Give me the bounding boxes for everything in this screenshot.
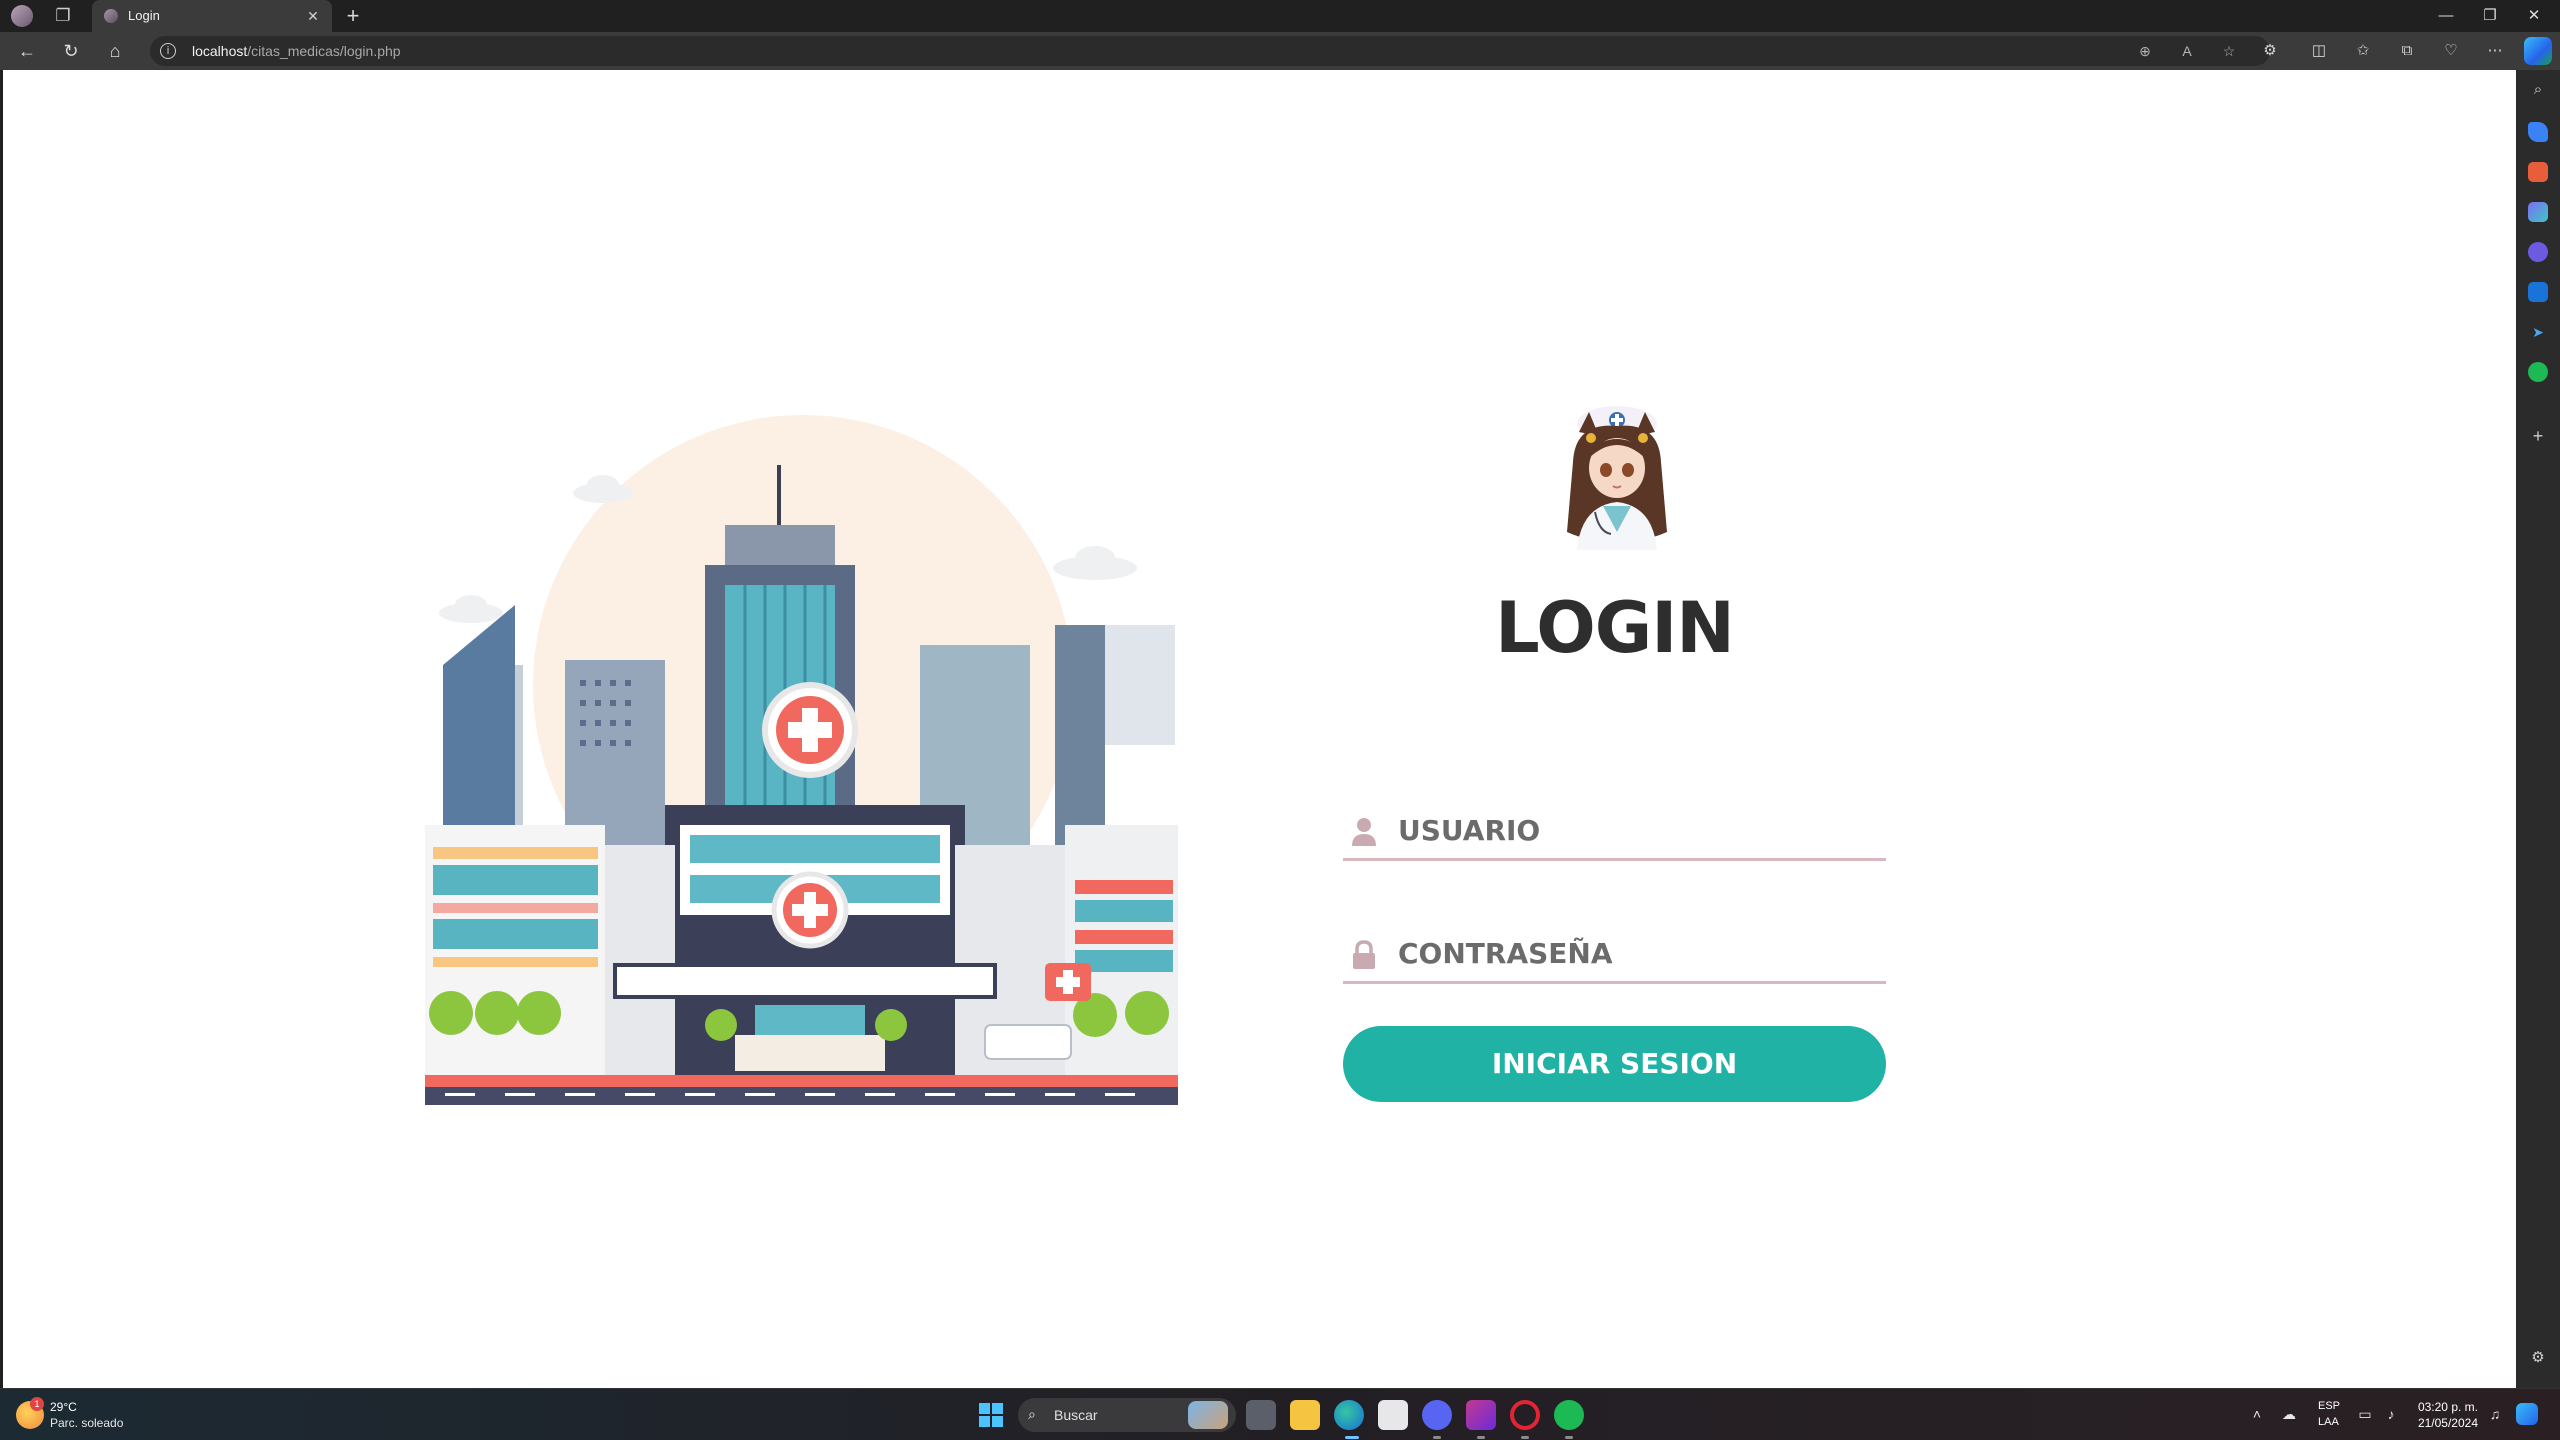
file-explorer-icon[interactable] — [1290, 1400, 1320, 1430]
weather-temperature[interactable]: 29°C — [50, 1400, 77, 1414]
network-icon[interactable]: ▭ — [2354, 1403, 2376, 1425]
extensions-icon[interactable]: ⚙ — [2256, 38, 2284, 64]
input-language[interactable]: ESP — [2318, 1400, 2340, 1412]
sidebar-outlook-icon[interactable] — [2528, 282, 2548, 302]
back-arrow-icon[interactable]: ← — [12, 37, 42, 65]
taskbar-search-placeholder: Buscar — [1054, 1407, 1098, 1423]
lock-icon — [1353, 940, 1375, 969]
microsoft-store-icon[interactable] — [1378, 1400, 1408, 1430]
search-highlight-image — [1188, 1401, 1228, 1429]
hospital-illustration — [425, 415, 1178, 1105]
keyboard-layout[interactable]: LAA — [2318, 1416, 2339, 1428]
start-windows-icon[interactable] — [979, 1403, 1003, 1427]
password-input[interactable] — [1398, 928, 1868, 978]
login-submit-button[interactable]: INICIAR SESION — [1343, 1026, 1886, 1102]
read-aloud-icon[interactable]: A — [2176, 41, 2198, 61]
weather-badge: 1 — [30, 1397, 44, 1411]
browser-essentials-icon[interactable]: ♡ — [2437, 38, 2465, 64]
url-path: /citas_medicas/login.php — [247, 43, 401, 59]
site-info-icon[interactable]: i — [160, 43, 176, 59]
close-window-button[interactable]: ✕ — [2512, 2, 2556, 30]
tab-login[interactable]: Login ✕ — [92, 0, 332, 32]
tab-favicon-icon — [104, 9, 118, 23]
sidebar-copilot-icon[interactable] — [2528, 242, 2548, 262]
edge-browser-icon[interactable] — [1334, 1400, 1364, 1430]
tab-title: Login — [128, 8, 160, 23]
refresh-icon[interactable]: ↻ — [56, 37, 86, 65]
zoom-icon[interactable]: ⊕ — [2134, 41, 2156, 61]
volume-icon[interactable]: ♪ — [2380, 1403, 2402, 1425]
favorite-star-icon[interactable]: ☆ — [2218, 41, 2240, 61]
nurse-avatar — [1567, 406, 1667, 550]
collections-icon[interactable]: ⧉ — [2393, 38, 2421, 64]
clock-time[interactable]: 03:20 p. m. — [2412, 1400, 2478, 1414]
url-host: localhost — [192, 43, 248, 59]
username-field — [1343, 797, 1886, 861]
split-screen-icon[interactable]: ◫ — [2305, 38, 2333, 64]
edge-active-indicator — [1345, 1436, 1359, 1439]
clock-date[interactable]: 21/05/2024 — [2412, 1416, 2478, 1430]
address-bar[interactable]: i localhost/citas_medicas/login.php ⊕ A … — [150, 36, 2270, 66]
onedrive-cloud-icon[interactable]: ☁ — [2278, 1403, 2300, 1425]
user-icon — [1352, 818, 1376, 846]
username-input[interactable] — [1398, 805, 1868, 855]
copilot-taskbar-icon[interactable] — [2516, 1403, 2538, 1425]
sidebar-telegram-icon[interactable]: ➤ — [2528, 322, 2548, 342]
home-icon[interactable]: ⌂ — [100, 37, 130, 65]
sidebar-spotify-icon[interactable] — [2528, 362, 2548, 382]
search-icon: ⌕ — [1028, 1406, 1036, 1422]
minimize-button[interactable]: — — [2424, 2, 2468, 30]
taskbar-search-box[interactable]: ⌕ Buscar — [1018, 1398, 1236, 1432]
discord-icon[interactable] — [1422, 1400, 1452, 1430]
sidebar-shopping-icon[interactable] — [2528, 122, 2548, 142]
task-view-icon[interactable] — [1246, 1400, 1276, 1430]
spotify-running-indicator — [1565, 1436, 1573, 1439]
sidebar-search-icon[interactable]: ⌕ — [2528, 80, 2548, 100]
copilot-icon[interactable] — [2524, 37, 2552, 65]
opera-icon[interactable] — [1510, 1400, 1540, 1430]
phpstorm-icon[interactable] — [1466, 1400, 1496, 1430]
restore-button[interactable]: ❐ — [2468, 2, 2512, 30]
sidebar-games-icon[interactable] — [2528, 202, 2548, 222]
notifications-bell-icon[interactable]: ♫ — [2484, 1403, 2506, 1425]
opera-running-indicator — [1521, 1436, 1529, 1439]
sidebar-add-icon[interactable]: + — [2528, 426, 2548, 446]
phpstorm-running-indicator — [1477, 1436, 1485, 1439]
password-field — [1343, 920, 1886, 984]
browser-toolbar: ← ↻ ⌂ i localhost/citas_medicas/login.ph… — [0, 32, 2560, 70]
edge-sidebar: ⌕ ➤ + ⚙ — [2516, 70, 2560, 1388]
profile-avatar-icon[interactable] — [11, 5, 33, 27]
spotify-icon[interactable] — [1554, 1400, 1584, 1430]
workspaces-icon[interactable]: ❐ — [52, 5, 74, 27]
login-title: LOGIN — [1495, 587, 1735, 669]
sidebar-tools-icon[interactable] — [2528, 162, 2548, 182]
tray-overflow-chevron-icon[interactable]: ˄ — [2246, 1403, 2268, 1425]
more-menu-icon[interactable]: ⋯ — [2481, 38, 2509, 64]
weather-description[interactable]: Parc. soleado — [50, 1416, 123, 1430]
url-text[interactable]: localhost/citas_medicas/login.php — [192, 43, 401, 59]
browser-title-bar: ❐ Login ✕ + — ❐ ✕ — [0, 0, 2560, 32]
page-content: LOGIN INICIAR SESION — [3, 70, 2516, 1388]
tab-close-icon[interactable]: ✕ — [302, 5, 324, 27]
windows-taskbar: 1 29°C Parc. soleado ⌕ Buscar ˄ ☁ ESP LA… — [0, 1388, 2560, 1440]
new-tab-button[interactable]: + — [340, 4, 366, 30]
sidebar-settings-icon[interactable]: ⚙ — [2528, 1348, 2548, 1368]
favorites-icon[interactable]: ✩ — [2349, 38, 2377, 64]
discord-running-indicator — [1433, 1436, 1441, 1439]
